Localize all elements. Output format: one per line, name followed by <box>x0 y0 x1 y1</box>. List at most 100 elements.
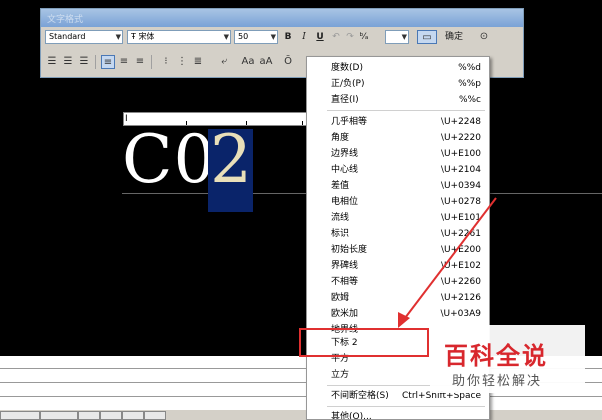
menu-item-label: 边界线 <box>331 149 359 159</box>
options-icon[interactable]: ⊙ <box>477 30 491 44</box>
font-type-icon: Ŧ <box>131 32 136 41</box>
toolbar-title-bar[interactable]: 文字格式 <box>41 9 523 27</box>
underline-button[interactable]: U <box>315 30 325 44</box>
menu-item-label: 差值 <box>331 181 350 191</box>
menu-item-label: 几乎相等 <box>331 117 368 127</box>
menu-item-monument-line[interactable]: 界碑线 \U+E102 <box>307 258 489 274</box>
status-tab[interactable] <box>40 411 78 420</box>
overline-icon[interactable]: Ō <box>281 55 295 69</box>
command-line-divider <box>0 396 602 397</box>
menu-item-other[interactable]: 其他(O)... <box>307 409 489 420</box>
text-height-value: 50 <box>238 32 249 41</box>
mtext-content[interactable]: C0 <box>122 127 217 193</box>
menu-item-initial-length[interactable]: 初始长度 \U+E200 <box>307 242 489 258</box>
menu-item-label: 欧米加 <box>331 309 359 319</box>
highlight-box <box>299 328 429 357</box>
menu-item-omega[interactable]: 欧米加 \U+03A9 <box>307 306 489 322</box>
menu-item-label: 角度 <box>331 133 350 143</box>
menu-item-not-equal[interactable]: 不相等 \U+2260 <box>307 274 489 290</box>
menu-item-label: 不相等 <box>331 277 359 287</box>
menu-item-electrical-phase[interactable]: 电相位 \U+0278 <box>307 194 489 210</box>
justify-middle-icon[interactable]: ≡ <box>117 55 131 69</box>
uppercase-icon[interactable]: Aa <box>241 55 255 69</box>
undo-icon[interactable]: ↶ <box>331 30 341 44</box>
bold-button[interactable]: B <box>283 30 293 44</box>
menu-item-center-line[interactable]: 中心线 \U+2104 <box>307 162 489 178</box>
letters-icon[interactable]: ≣ <box>191 55 205 69</box>
status-tab[interactable] <box>144 411 166 420</box>
redo-icon[interactable]: ↷ <box>345 30 355 44</box>
style-select[interactable]: Standard ▼ <box>45 30 123 44</box>
toolbar-title: 文字格式 <box>47 15 84 25</box>
menu-item-angle[interactable]: 角度 \U+2220 <box>307 130 489 146</box>
menu-item-diameter[interactable]: 直径(I) %%c <box>307 92 489 108</box>
menu-item-code: \U+0278 <box>440 197 481 207</box>
menu-item-code: \U+E102 <box>440 261 481 271</box>
menu-item-label: 中心线 <box>331 165 359 175</box>
menu-item-label: 直径(I) <box>331 95 359 105</box>
menu-item-label: 界碑线 <box>331 261 359 271</box>
status-tab[interactable] <box>100 411 122 420</box>
chevron-down-icon: ▼ <box>115 33 121 41</box>
menu-item-label: 度数(D) <box>331 63 363 73</box>
menu-item-code: \U+2248 <box>440 117 481 127</box>
menu-item-code: \U+2126 <box>440 293 481 303</box>
status-tab[interactable] <box>78 411 100 420</box>
selected-text[interactable]: 2 <box>210 127 252 193</box>
menu-item-code: %%c <box>458 95 481 105</box>
menu-item-label: 立方 <box>331 370 350 380</box>
font-select[interactable]: Ŧ 宋体 ▼ <box>127 30 231 44</box>
align-right-icon[interactable]: ☰ <box>77 55 91 69</box>
lowercase-icon[interactable]: aA <box>259 55 273 69</box>
status-tab[interactable] <box>122 411 144 420</box>
bullets-icon[interactable]: ⋮ <box>175 55 189 69</box>
menu-item-code: \U+2104 <box>440 165 481 175</box>
menu-item-label: 标识 <box>331 229 350 239</box>
menu-item-code: \U+E100 <box>440 149 481 159</box>
insert-field-icon[interactable]: ⤶ <box>217 55 231 69</box>
color-select[interactable]: ▼ <box>385 30 409 44</box>
font-select-value: 宋体 <box>138 32 155 41</box>
italic-button[interactable]: I <box>299 30 309 44</box>
menu-item-identity[interactable]: 标识 \U+2261 <box>307 226 489 242</box>
menu-item-label: 初始长度 <box>331 245 368 255</box>
menu-item-code: \U+2260 <box>440 277 481 287</box>
toolbar-separator <box>151 55 152 69</box>
chevron-down-icon: ▼ <box>270 33 276 41</box>
status-tab[interactable] <box>0 411 40 420</box>
menu-item-ohm[interactable]: 欧姆 \U+2126 <box>307 290 489 306</box>
ruler-icon[interactable]: ▭ <box>417 30 437 44</box>
menu-item-label: 不间断空格(S) <box>331 391 389 401</box>
menu-item-code: \U+E101 <box>440 213 481 223</box>
menu-item-boundary-line[interactable]: 边界线 \U+E100 <box>307 146 489 162</box>
text-height-select[interactable]: 50 ▼ <box>234 30 278 44</box>
ruler-tick <box>302 121 303 125</box>
stack-icon[interactable]: ᵇ⁄ₐ <box>359 30 369 44</box>
menu-separator <box>327 406 485 407</box>
menu-item-degree[interactable]: 度数(D) %%d <box>307 60 489 76</box>
chevron-down-icon: ▼ <box>401 33 407 41</box>
menu-item-flow-line[interactable]: 流线 \U+E101 <box>307 210 489 226</box>
toolbar-separator <box>95 55 96 69</box>
menu-item-code: \U+2261 <box>440 229 481 239</box>
menu-item-code: %%d <box>458 63 481 73</box>
menu-item-label: 电相位 <box>331 197 359 207</box>
menu-item-code: \U+0394 <box>440 181 481 191</box>
menu-item-code: %%p <box>458 79 481 89</box>
watermark-subtitle: 助你轻松解决 <box>452 374 543 389</box>
menu-item-label: 流线 <box>331 213 350 223</box>
menu-item-code: \U+2220 <box>440 133 481 143</box>
menu-item-delta[interactable]: 差值 \U+0394 <box>307 178 489 194</box>
align-left-icon[interactable]: ☰ <box>45 55 59 69</box>
ok-button[interactable]: 确定 <box>443 30 465 44</box>
justify-top-icon[interactable]: ≡ <box>101 55 115 69</box>
menu-item-label: 其他(O)... <box>331 412 372 420</box>
menu-item-label: 正/负(P) <box>331 79 365 89</box>
numbering-icon[interactable]: ⁝ <box>159 55 173 69</box>
justify-bottom-icon[interactable]: ≡ <box>133 55 147 69</box>
watermark-title: 百科全说 <box>444 342 548 370</box>
align-center-icon[interactable]: ☰ <box>61 55 75 69</box>
menu-item-plus-minus[interactable]: 正/负(P) %%p <box>307 76 489 92</box>
chevron-down-icon: ▼ <box>223 33 229 41</box>
menu-item-almost-equal[interactable]: 几乎相等 \U+2248 <box>307 114 489 130</box>
